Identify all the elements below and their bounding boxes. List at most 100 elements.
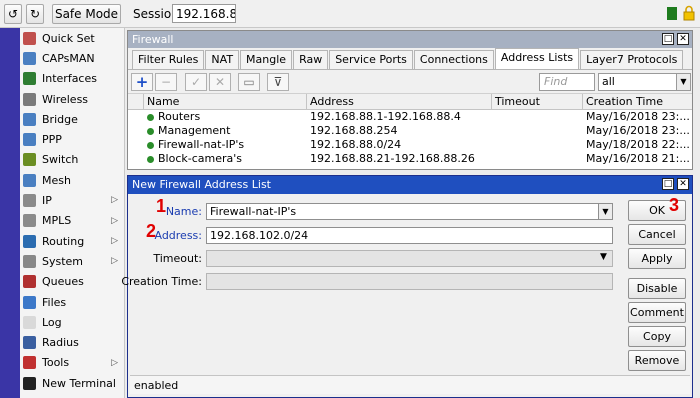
cell-text: May/18/2018 22:... — [586, 138, 690, 151]
sidebar-item-ip[interactable]: IP ▷ — [20, 190, 124, 210]
creation-time-field — [206, 273, 613, 290]
column-timeout[interactable]: Timeout — [492, 94, 583, 109]
copy-button[interactable]: Copy — [628, 326, 686, 347]
enabled-status-icon — [147, 113, 154, 121]
sidebar-item-switch[interactable]: Switch — [20, 150, 124, 170]
apply-button[interactable]: Apply — [628, 248, 686, 269]
submenu-arrow-icon: ▷ — [111, 235, 118, 246]
status-text: enabled — [134, 379, 179, 392]
table-row[interactable]: Block-camera's 192.168.88.21-192.168.88.2… — [128, 152, 692, 166]
remove-button[interactable]: Remove — [628, 350, 686, 371]
cell-timeout — [492, 138, 583, 152]
wireless-icon — [23, 92, 36, 106]
sidebar-item-new-terminal[interactable]: New Terminal — [20, 373, 124, 393]
tab-connections[interactable]: Connections — [413, 50, 494, 69]
tab-nat[interactable]: NAT — [205, 50, 240, 69]
bridge-icon — [23, 112, 36, 126]
chevron-down-icon[interactable]: ▼ — [676, 74, 690, 90]
sidebar-item-ppp[interactable]: PPP — [20, 129, 124, 149]
cell-timeout — [492, 124, 583, 138]
sidebar-item-label: Radius — [42, 336, 79, 350]
disable-icon[interactable]: ✕ — [209, 73, 231, 91]
tab-address-lists[interactable]: Address Lists — [494, 48, 580, 69]
name-label: Name: — [165, 205, 202, 218]
chevron-down-icon[interactable]: ▼ — [598, 204, 612, 219]
tab-layer7-protocols[interactable]: Layer7 Protocols — [580, 50, 684, 69]
cell-created: May/16/2018 23:... — [583, 124, 692, 138]
sidebar-item-label: MPLS — [42, 214, 72, 228]
tab-filter-rules[interactable]: Filter Rules — [132, 50, 205, 69]
column-name[interactable]: Name — [144, 94, 307, 109]
tab-mangle[interactable]: Mangle — [240, 50, 293, 69]
interfaces-icon — [23, 72, 36, 86]
sidebar-item-routing[interactable]: Routing ▷ — [20, 231, 124, 251]
sidebar-item-wireless[interactable]: Wireless — [20, 89, 124, 109]
cell-created: May/16/2018 21:... — [583, 152, 692, 166]
sidebar-item-quick-set[interactable]: Quick Set — [20, 28, 124, 48]
chevron-down-icon[interactable]: ▼ — [600, 252, 607, 262]
column-creation-time[interactable]: Creation Time — [583, 94, 692, 109]
filter-icon[interactable]: ⊽ — [267, 73, 289, 91]
close-icon[interactable]: ✕ — [677, 33, 689, 45]
sidebar-item-mpls[interactable]: MPLS ▷ — [20, 211, 124, 231]
sidebar-item-capsman[interactable]: CAPsMAN — [20, 48, 124, 68]
address-field[interactable]: 192.168.102.0/24 — [206, 227, 613, 244]
firewall-tabs: Filter Rules NAT Mangle Raw Service Ports Con… — [128, 48, 692, 70]
table-row[interactable]: Firewall-nat-IP's 192.168.88.0/24 May/18/2… — [128, 138, 692, 152]
log-icon — [23, 315, 36, 329]
name-field[interactable]: Firewall-nat-IP's ▼ — [206, 203, 613, 220]
cell-text: May/16/2018 21:... — [586, 152, 690, 165]
undo-icon[interactable]: ↺ — [4, 4, 22, 24]
safe-mode-button[interactable]: Safe Mode — [52, 4, 121, 24]
session-input[interactable]: 192.168.88.1 — [172, 4, 236, 23]
sidebar-item-mesh[interactable]: Mesh — [20, 170, 124, 190]
cancel-button[interactable]: Cancel — [628, 224, 686, 245]
comment-button[interactable]: Comment — [628, 302, 686, 323]
sidebar-item-label: Quick Set — [42, 31, 95, 45]
tab-raw[interactable]: Raw — [293, 50, 329, 69]
column-address[interactable]: Address — [307, 94, 492, 109]
filter-select[interactable]: all ▼ — [598, 73, 691, 91]
sidebar-item-system[interactable]: System ▷ — [20, 251, 124, 271]
address-label: Address: — [154, 229, 202, 242]
table-row[interactable]: Routers 192.168.88.1-192.168.88.4 May/16/2… — [128, 110, 692, 124]
row-spacer — [128, 110, 144, 124]
tab-service-ports[interactable]: Service Ports — [329, 50, 413, 69]
window-title: Firewall — [132, 33, 174, 46]
sidebar-item-label: Bridge — [42, 112, 78, 126]
dialog-title: New Firewall Address List — [132, 178, 271, 191]
sidebar-item-interfaces[interactable]: Interfaces — [20, 69, 124, 89]
cell-text: Block-camera's — [158, 152, 243, 165]
table-row[interactable]: Management 192.168.88.254 May/16/2018 23:.… — [128, 124, 692, 138]
timeout-field[interactable] — [206, 250, 613, 267]
sidebar-item-tools[interactable]: Tools ▷ — [20, 353, 124, 373]
close-icon[interactable]: ✕ — [677, 178, 689, 190]
new-terminal-icon — [23, 376, 36, 390]
status-indicator-icon — [667, 7, 677, 20]
remove-icon[interactable]: − — [155, 73, 177, 91]
comment-icon[interactable]: ▭ — [238, 73, 260, 91]
sidebar-item-label: Tools — [42, 356, 70, 370]
add-icon[interactable]: + — [131, 73, 153, 91]
find-input[interactable]: Find — [539, 73, 595, 91]
status-bar: enabled — [130, 375, 690, 394]
capsman-icon — [23, 51, 36, 65]
enable-icon[interactable]: ✓ — [185, 73, 207, 91]
sidebar-item-bridge[interactable]: Bridge — [20, 109, 124, 129]
enabled-status-icon — [147, 141, 154, 149]
sidebar-menu: Quick Set CAPsMAN Interfaces Wireless Bridge… — [20, 28, 125, 398]
sidebar-item-log[interactable]: Log — [20, 312, 124, 332]
routing-icon — [23, 234, 36, 248]
address-list-table: Name Address Timeout Creation Time Route… — [128, 94, 692, 166]
maximize-icon[interactable]: □ — [662, 178, 674, 190]
sidebar-item-files[interactable]: Files — [20, 292, 124, 312]
cell-address: 192.168.88.0/24 — [307, 138, 492, 152]
cell-name: Routers — [144, 110, 307, 124]
cell-text: Firewall-nat-IP's — [158, 138, 245, 151]
sidebar-item-queues[interactable]: Queues — [20, 272, 124, 292]
table-body: Routers 192.168.88.1-192.168.88.4 May/16/2… — [128, 110, 692, 166]
redo-icon[interactable]: ↻ — [26, 4, 44, 24]
maximize-icon[interactable]: □ — [662, 33, 674, 45]
sidebar-item-radius[interactable]: Radius — [20, 332, 124, 352]
disable-button[interactable]: Disable — [628, 278, 686, 299]
